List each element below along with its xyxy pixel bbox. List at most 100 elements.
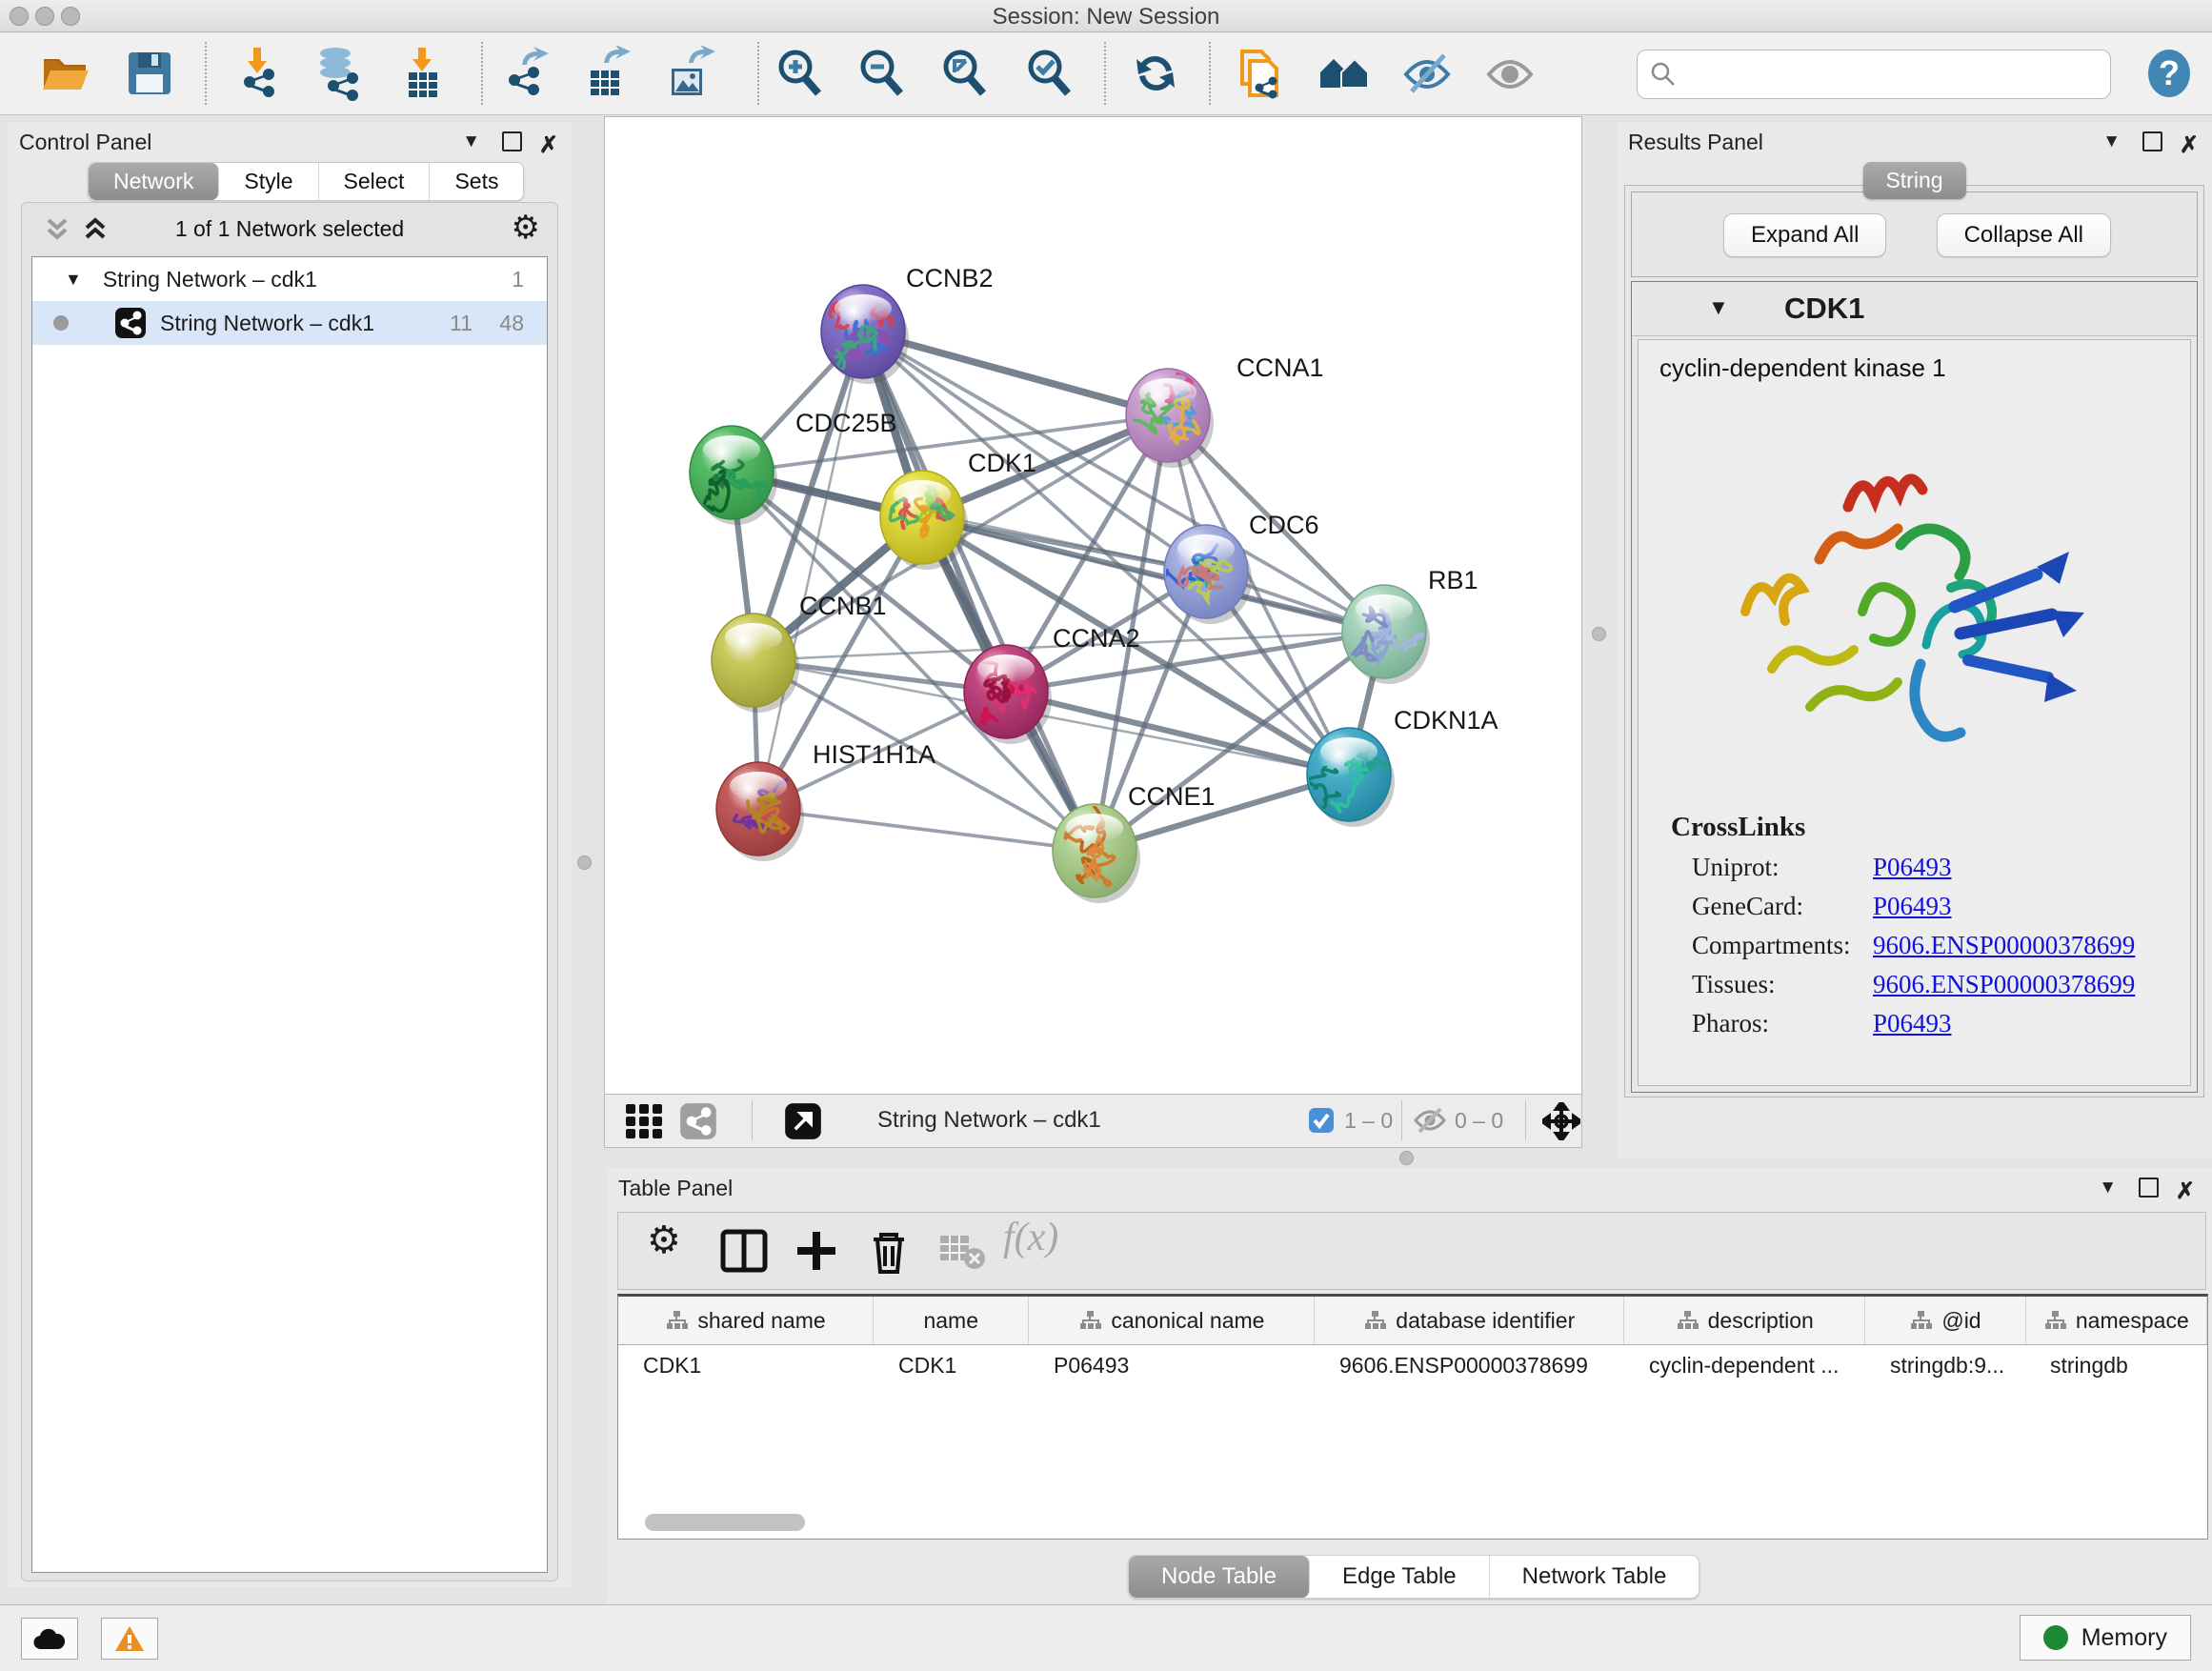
- node-label-RB1: RB1: [1428, 566, 1478, 594]
- table-cell[interactable]: cyclin-dependent ...: [1624, 1345, 1865, 1389]
- clone-network-icon[interactable]: [1233, 46, 1288, 101]
- edge-CCNB2-HIST1H1A[interactable]: [758, 332, 863, 809]
- table-row[interactable]: CDK1CDK1P064939606.ENSP00000378699cyclin…: [618, 1345, 2207, 1389]
- help-icon[interactable]: ?: [2142, 46, 2197, 101]
- selected-checkbox-icon[interactable]: [1308, 1107, 1335, 1134]
- table-options-gear-icon[interactable]: ⚙: [647, 1218, 700, 1272]
- tab-network-table[interactable]: Network Table: [1490, 1556, 1699, 1598]
- column-type-icon: [1363, 1310, 1386, 1331]
- import-network-icon[interactable]: [231, 46, 286, 101]
- node-CDKN1A[interactable]: CDKN1A: [1297, 706, 1498, 827]
- left-splitter-handle[interactable]: [577, 856, 592, 870]
- horizontal-scrollbar[interactable]: [632, 1514, 2203, 1533]
- pan-crosshair-icon[interactable]: [1542, 1102, 1580, 1140]
- zoom-in-icon[interactable]: [773, 46, 828, 101]
- bottom-splitter-handle[interactable]: [1399, 1151, 1414, 1165]
- entry-caret-icon[interactable]: ▼: [1708, 295, 1729, 320]
- panel-close-icon[interactable]: ✗: [539, 131, 558, 159]
- zoom-out-icon[interactable]: [855, 46, 910, 101]
- toolbar-separator: [205, 42, 207, 105]
- node-RB1[interactable]: RB1: [1342, 566, 1478, 684]
- create-column-icon[interactable]: [790, 1224, 843, 1278]
- save-session-icon[interactable]: [122, 46, 177, 101]
- export-table-icon[interactable]: [579, 46, 634, 101]
- function-builder-icon[interactable]: f(x): [1003, 1215, 1056, 1268]
- column-header[interactable]: description: [1624, 1297, 1865, 1344]
- column-header[interactable]: canonical name: [1029, 1297, 1315, 1344]
- tab-sets[interactable]: Sets: [430, 163, 523, 200]
- show-all-icon[interactable]: [1483, 46, 1538, 101]
- network-row-selected[interactable]: String Network – cdk1 11 48: [32, 301, 547, 345]
- panel-close-icon[interactable]: ✗: [2176, 1178, 2195, 1205]
- panel-float-icon[interactable]: [2142, 131, 2162, 157]
- tab-style[interactable]: Style: [219, 163, 318, 200]
- table-cell[interactable]: stringdb: [2025, 1345, 2206, 1389]
- panel-float-icon[interactable]: [2139, 1178, 2159, 1203]
- node-label-CCNE1: CCNE1: [1128, 782, 1216, 811]
- tab-network[interactable]: Network: [89, 163, 219, 200]
- control-panel-tabs: NetworkStyleSelectSets: [88, 162, 524, 201]
- table-cell[interactable]: 9606.ENSP00000378699: [1315, 1345, 1624, 1389]
- column-header[interactable]: namespace: [2026, 1297, 2207, 1344]
- import-network-from-database-icon[interactable]: [311, 46, 366, 101]
- panel-menu-icon[interactable]: ▼: [2102, 131, 2121, 152]
- node-CCNE1[interactable]: CCNE1: [1053, 782, 1216, 903]
- panel-close-icon[interactable]: ✗: [2180, 131, 2199, 159]
- delete-column-icon[interactable]: [862, 1224, 915, 1278]
- tab-string[interactable]: String: [1862, 162, 1965, 199]
- collection-caret-icon[interactable]: ▼: [65, 270, 82, 290]
- crosslink-link[interactable]: P06493: [1873, 853, 1952, 882]
- export-network-icon[interactable]: [497, 46, 553, 101]
- search-input[interactable]: [1687, 54, 2101, 94]
- birds-eye-view-icon[interactable]: [784, 1102, 822, 1140]
- table-cell[interactable]: CDK1: [874, 1345, 1029, 1389]
- crosslink-link[interactable]: P06493: [1873, 1009, 1952, 1038]
- crosslink-link[interactable]: 9606.ENSP00000378699: [1873, 970, 2135, 999]
- export-image-icon[interactable]: [662, 46, 717, 101]
- zoom-selected-icon[interactable]: [1022, 46, 1077, 101]
- node-CCNB1[interactable]: CCNB1: [712, 592, 887, 713]
- search-box[interactable]: [1637, 50, 2111, 99]
- network-collection-row[interactable]: ▼ String Network – cdk1 1: [32, 257, 547, 301]
- node-HIST1H1A[interactable]: HIST1H1A: [716, 740, 935, 861]
- table-cell[interactable]: stringdb:9...: [1865, 1345, 2025, 1389]
- scrollbar-thumb[interactable]: [645, 1514, 805, 1531]
- node-CCNB2[interactable]: CCNB2: [821, 264, 994, 384]
- edge-CCNB2-CCNE1[interactable]: [863, 332, 1095, 851]
- open-session-icon[interactable]: [37, 46, 92, 101]
- panel-menu-icon[interactable]: ▼: [462, 131, 480, 152]
- hide-selected-icon[interactable]: [1400, 46, 1456, 101]
- warnings-button[interactable]: [101, 1618, 158, 1660]
- grid-view-icon[interactable]: [625, 1102, 665, 1140]
- column-header[interactable]: name: [874, 1297, 1029, 1344]
- memory-button[interactable]: Memory: [2020, 1615, 2191, 1661]
- first-neighbors-icon[interactable]: [1317, 46, 1372, 101]
- tab-edge-table[interactable]: Edge Table: [1310, 1556, 1490, 1598]
- refresh-icon[interactable]: [1128, 46, 1183, 101]
- table-cell[interactable]: P06493: [1029, 1345, 1315, 1389]
- tab-node-table[interactable]: Node Table: [1129, 1556, 1310, 1598]
- crosslink-link[interactable]: 9606.ENSP00000378699: [1873, 931, 2135, 960]
- network-view-mode-icon[interactable]: [679, 1102, 717, 1140]
- import-table-icon[interactable]: [395, 46, 451, 101]
- edge-HIST1H1A-CCNE1[interactable]: [758, 809, 1095, 851]
- crosslink-link[interactable]: P06493: [1873, 892, 1952, 921]
- column-header[interactable]: shared name: [618, 1297, 874, 1344]
- network-view-canvas[interactable]: CCNB2CCNA1CDC25BCDK1CDC6RB1CCNB1CCNA2CDK…: [604, 116, 1582, 1096]
- zoom-fit-icon[interactable]: [937, 46, 993, 101]
- column-header[interactable]: database identifier: [1315, 1297, 1624, 1344]
- collapse-all-button[interactable]: Collapse All: [1937, 213, 2111, 257]
- delete-table-icon[interactable]: [935, 1224, 988, 1278]
- show-columns-icon[interactable]: [717, 1224, 771, 1278]
- node-result-header[interactable]: ▼ CDK1: [1632, 282, 2197, 336]
- column-header[interactable]: @id: [1865, 1297, 2025, 1344]
- panel-menu-icon[interactable]: ▼: [2099, 1178, 2117, 1198]
- table-cell[interactable]: CDK1: [618, 1345, 874, 1389]
- tab-select[interactable]: Select: [319, 163, 431, 200]
- expand-all-button[interactable]: Expand All: [1723, 213, 1886, 257]
- panel-float-icon[interactable]: [502, 131, 522, 157]
- cloud-status-button[interactable]: [21, 1618, 78, 1660]
- right-splitter-handle[interactable]: [1592, 627, 1606, 641]
- network-options-gear-icon[interactable]: ⚙: [512, 209, 540, 247]
- node-CCNA1[interactable]: CCNA1: [1126, 353, 1324, 468]
